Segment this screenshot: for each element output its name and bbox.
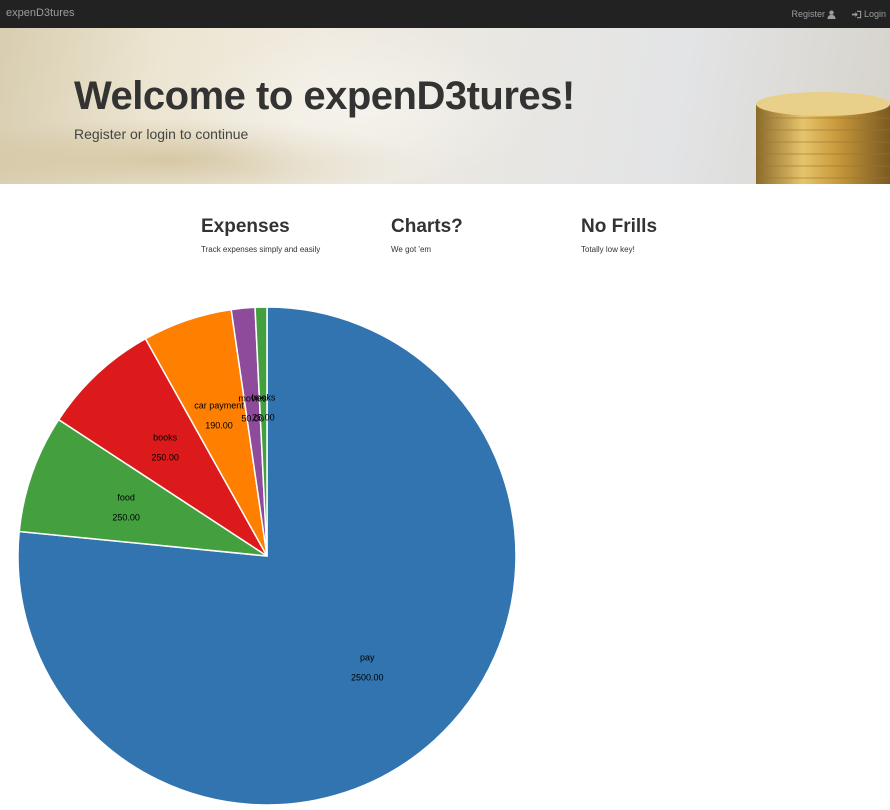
pie-value-0: 2500.00 [351, 673, 384, 683]
feature-text: Track expenses simply and easily [201, 245, 321, 254]
pie-value-1: 250.00 [112, 512, 140, 522]
navbar: expenD3tures Register Login [0, 0, 890, 28]
feature-expenses: Expenses Track expenses simply and easil… [201, 216, 371, 254]
log-in-icon [851, 10, 862, 18]
login-label: Login [863, 9, 886, 19]
page-title: Welcome to expenD3tures! [74, 74, 575, 118]
hero-banner: Welcome to expenD3tures! Register or log… [0, 28, 890, 184]
pie-label-3: car payment [194, 401, 244, 411]
coins-image [756, 92, 890, 184]
register-label: Register [791, 9, 825, 19]
feature-text: We got 'em [391, 245, 432, 254]
nav-links: Register Login [791, 0, 886, 28]
pie-value-3: 190.00 [205, 421, 233, 431]
feature-no-frills: No Frills Totally low key! [581, 216, 751, 254]
user-icon [827, 10, 836, 19]
expenses-pie-chart: pay 2500.00 food 250.00 books 250.00 car payme… [17, 306, 517, 806]
feature-title: No Frills [581, 216, 658, 237]
feature-title: Charts? [391, 216, 463, 237]
pie-label-1: food [117, 492, 135, 502]
feature-title: Expenses [201, 216, 290, 237]
brand-link[interactable]: expenD3tures [6, 0, 75, 28]
register-link[interactable]: Register [791, 9, 836, 19]
feature-charts: Charts? We got 'em [391, 216, 561, 254]
login-link[interactable]: Login [851, 9, 886, 19]
pie-label-5: books [251, 393, 276, 403]
pie-label-0: pay [360, 653, 375, 663]
page-subtitle: Register or login to continue [74, 126, 249, 142]
pie-label-2: books [153, 433, 178, 443]
pie-value-2: 250.00 [151, 453, 179, 463]
feature-text: Totally low key! [581, 245, 635, 254]
pie-value-5: 25.00 [252, 413, 275, 423]
